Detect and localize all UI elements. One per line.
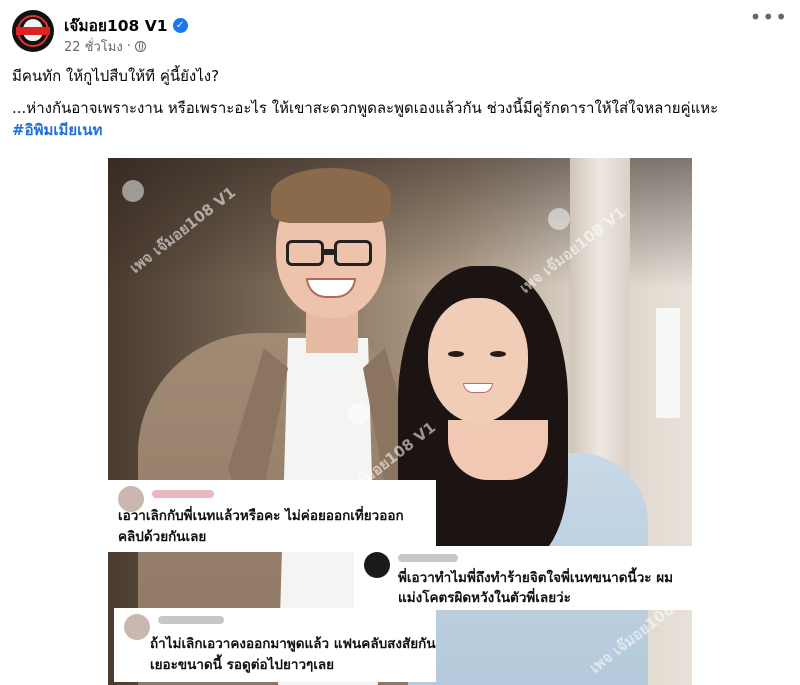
- watermark-badge-icon: [122, 180, 144, 202]
- page-name-link[interactable]: เจ๊มอย108 V1: [64, 13, 168, 38]
- comment-author-blurred: [398, 554, 458, 562]
- comment-line-1: ถ้าไม่เลิกเอวาคงออกมาพูดแล้ว แฟนคลับสงสั…: [150, 636, 436, 652]
- verified-badge-icon: ✓: [172, 18, 188, 33]
- comment-author-blurred: [152, 490, 214, 498]
- post-time[interactable]: 22 ชั่วโมง: [64, 36, 123, 57]
- post-line-2: ...ห่างกันอาจเพราะงาน หรือเพราะอะไร ให้เ…: [12, 99, 719, 117]
- woman-eye-left: [448, 351, 464, 357]
- man-hair: [271, 168, 391, 223]
- comment-author-blurred: [158, 616, 224, 624]
- woman-eye-right: [490, 351, 506, 357]
- glasses-right-lens: [334, 240, 372, 266]
- glasses-icon: [286, 240, 376, 268]
- comment-line-1: พี่เอวาทำไมพี่ถึงทำร้ายจิตใจพี่เนทขนาดนี…: [398, 570, 674, 586]
- comment-line-1: เอวาเลิกกับพี่เนทแล้วหรือคะ ไม่ค่อยออกเท…: [118, 508, 404, 524]
- post-photo[interactable]: เพจ เจ๊มอย108 V1 เพจ เจ๊มอย108 V1 เพจ เจ…: [108, 158, 692, 685]
- woman-neck: [448, 420, 548, 480]
- page-name-row: เจ๊มอย108 V1 ✓: [64, 13, 188, 38]
- comment-screenshot: ถ้าไม่เลิกเอวาคงออกมาพูดแล้ว แฟนคลับสงสั…: [114, 608, 436, 682]
- watermark-badge-icon: [548, 208, 570, 230]
- globe-icon[interactable]: [134, 41, 146, 52]
- hashtag-link[interactable]: #อิพิมเมียเนท: [12, 121, 102, 139]
- page-avatar[interactable]: [12, 10, 54, 52]
- woman-face: [428, 298, 528, 423]
- post-header: เจ๊มอย108 V1 ✓ 22 ชั่วโมง ·: [12, 10, 788, 60]
- comment-screenshot: เอวาเลิกกับพี่เนทแล้วหรือคะ ไม่ค่อยออกเท…: [108, 480, 436, 552]
- comment-line-2: คลิปด้วยกันเลย: [118, 529, 207, 545]
- comment-line-2: เยอะขนาดนี้ รอดูต่อไปยาวๆเลย: [150, 657, 335, 673]
- more-options-icon[interactable]: •••: [750, 7, 788, 27]
- watermark-badge-icon: [348, 403, 370, 425]
- comment-line-2: แม่งโคตรผิดหวังในตัวพี่เลยว่ะ: [398, 590, 571, 606]
- comment-avatar: [124, 614, 150, 640]
- post-line-1: มีคนทัก ให้กูไปสืบให้ที คู่นี้ยังไง?: [12, 67, 220, 85]
- comment-avatar: [364, 552, 390, 578]
- post-meta: 22 ชั่วโมง ·: [64, 36, 146, 57]
- avatar-band: [16, 27, 50, 35]
- meta-separator: ·: [126, 39, 131, 54]
- background-light: [656, 308, 680, 418]
- comment-screenshot: พี่เอวาทำไมพี่ถึงทำร้ายจิตใจพี่เนทขนาดนี…: [354, 546, 692, 610]
- glasses-left-lens: [286, 240, 324, 266]
- post-text: มีคนทัก ให้กูไปสืบให้ที คู่นี้ยังไง? ...…: [12, 65, 788, 141]
